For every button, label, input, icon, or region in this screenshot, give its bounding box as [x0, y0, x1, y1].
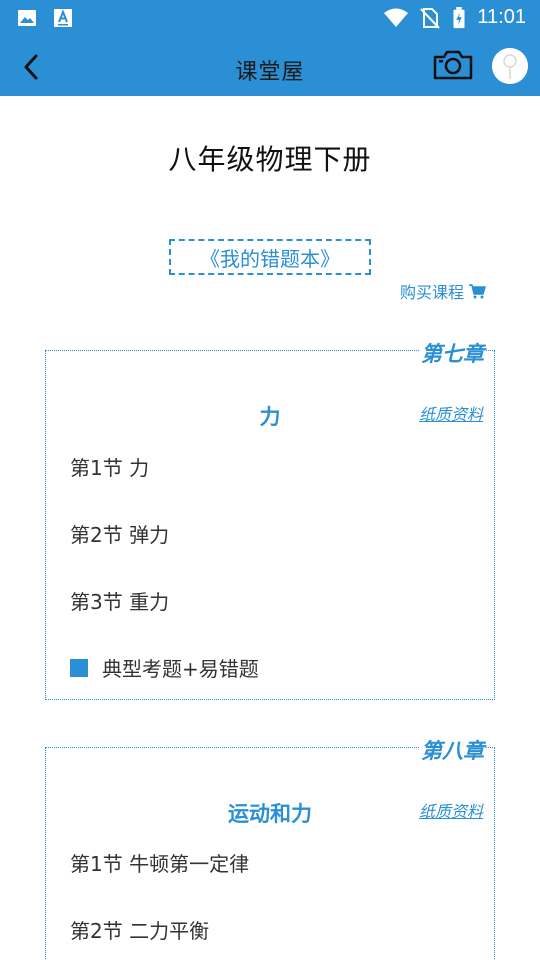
square-bullet-icon [70, 658, 88, 677]
gallery-icon [18, 10, 36, 26]
paper-materials-link[interactable]: 纸质资料 [419, 798, 483, 822]
wifi-icon [384, 8, 409, 27]
app-bar: 课堂屋 [0, 36, 540, 96]
avatar-icon [492, 48, 528, 84]
chapter-tag: 第七章 [419, 338, 486, 368]
avatar[interactable] [492, 48, 528, 84]
chapter-tag: 第八章 [419, 735, 486, 765]
typical-questions-item[interactable]: 典型考题+易错题 [70, 653, 259, 682]
cart-icon [469, 284, 486, 299]
chapter-card-8: 第八章 运动和力 纸质资料 第1节 牛顿第一定律 第2节 二力平衡 [45, 735, 495, 960]
battery-charging-icon [453, 6, 465, 28]
status-time: 11:01 [477, 6, 526, 28]
buy-course-link[interactable]: 购买课程 [400, 279, 486, 303]
buy-course-label: 购买课程 [400, 283, 465, 302]
paper-materials-link[interactable]: 纸质资料 [419, 401, 483, 425]
mistake-book-button[interactable]: 《我的错题本》 [169, 239, 371, 275]
status-bar: 11:01 [0, 0, 540, 36]
font-app-icon [54, 9, 72, 27]
status-right: 11:01 [383, 6, 526, 29]
camera-icon[interactable] [432, 48, 474, 82]
section-item[interactable]: 第2节 弹力 [70, 519, 169, 548]
status-left-icons [16, 7, 74, 29]
typical-questions-label: 典型考题+易错题 [102, 657, 259, 681]
section-item[interactable]: 第1节 牛顿第一定律 [70, 848, 249, 877]
no-sim-icon [420, 7, 441, 29]
chapter-card-7: 第七章 力 纸质资料 第1节 力 第2节 弹力 第3节 重力 典型考题+易错题 [45, 338, 495, 700]
section-item[interactable]: 第3节 重力 [70, 586, 169, 615]
section-item[interactable]: 第1节 力 [70, 452, 149, 481]
section-item[interactable]: 第2节 二力平衡 [70, 915, 209, 944]
book-title: 八年级物理下册 [168, 143, 372, 176]
